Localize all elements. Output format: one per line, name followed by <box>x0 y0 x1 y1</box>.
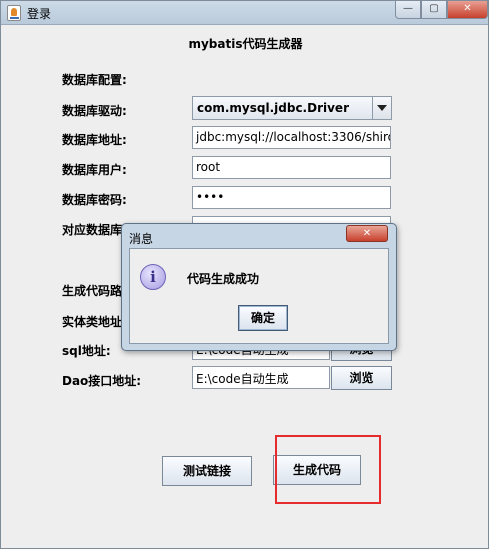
entity-label: 实体类地址: <box>62 315 127 329</box>
info-icon: i <box>140 264 166 290</box>
chevron-down-icon[interactable] <box>372 97 391 119</box>
dialog-message: 代码生成成功 <box>187 272 260 286</box>
password-input[interactable]: •••• <box>192 186 391 209</box>
dialog-title: 消息 <box>129 232 154 246</box>
minimize-button[interactable]: — <box>395 1 421 19</box>
java-icon <box>7 5 21 21</box>
window-title: 登录 <box>27 7 52 21</box>
title-bar[interactable]: 登录 — ▢ ✕ <box>1 1 488 25</box>
dao-browse-button[interactable]: 浏览 <box>331 366 392 390</box>
driver-selected-value: com.mysql.jdbc.Driver <box>197 101 349 115</box>
password-label: 数据库密码: <box>62 193 127 207</box>
url-label: 数据库地址: <box>62 133 127 147</box>
app-header: mybatis代码生成器 <box>188 37 303 51</box>
message-dialog: 消息 ✕ i 代码生成成功 确定 <box>121 223 397 351</box>
test-connection-button[interactable]: 测试链接 <box>162 456 252 486</box>
user-label: 数据库用户: <box>62 163 127 177</box>
sql-label: sql地址: <box>62 344 111 358</box>
dao-label: Dao接口地址: <box>62 374 142 388</box>
dialog-close-button[interactable]: ✕ <box>346 225 388 242</box>
close-button[interactable]: ✕ <box>447 1 488 19</box>
maximize-button[interactable]: ▢ <box>421 1 447 19</box>
url-input[interactable]: jdbc:mysql://localhost:3306/shirotest <box>192 126 391 149</box>
driver-label: 数据库驱动: <box>62 104 127 118</box>
dao-input[interactable]: E:\code自动生成 <box>192 366 330 389</box>
generate-button-highlight-box <box>275 435 381 504</box>
section-db-config: 数据库配置: <box>62 73 127 87</box>
user-input[interactable]: root <box>192 156 391 179</box>
dialog-body: i 代码生成成功 确定 <box>129 248 389 344</box>
driver-select[interactable]: com.mysql.jdbc.Driver <box>192 96 392 120</box>
ok-button[interactable]: 确定 <box>238 305 288 331</box>
